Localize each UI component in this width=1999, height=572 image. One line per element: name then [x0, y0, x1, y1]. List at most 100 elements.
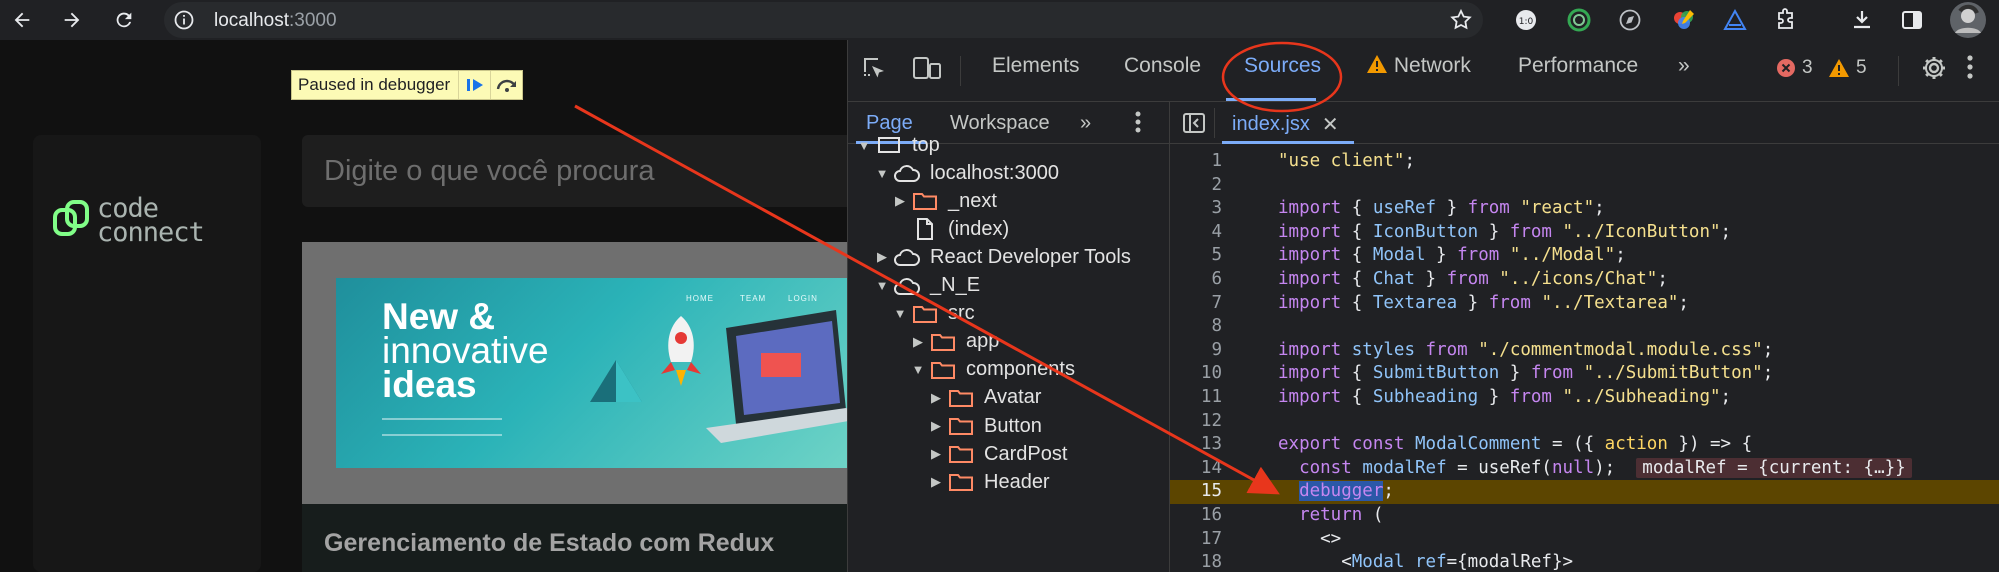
code-line[interactable]: 1 "use client"; [1170, 150, 1999, 174]
code-line[interactable]: 10 import { SubmitButton } from "../Submi… [1170, 362, 1999, 386]
profile-avatar[interactable] [1948, 0, 1988, 40]
code-area[interactable]: 1 "use client"; 2 3 import { useRef } from "… [1170, 150, 1999, 572]
side-panel-icon[interactable] [1898, 6, 1926, 34]
forward-button[interactable] [56, 4, 88, 36]
code-line[interactable]: 4 import { IconButton } from "../IconButt… [1170, 221, 1999, 245]
line-number[interactable]: 3 [1170, 197, 1222, 221]
caret-down-icon[interactable]: ▼ [874, 278, 890, 293]
extensions-puzzle-icon[interactable] [1772, 6, 1800, 34]
code-line[interactable]: 18 <Modal ref={modalRef}> [1170, 551, 1999, 572]
tab-console[interactable]: Console [1124, 54, 1201, 78]
caret-right-icon[interactable]: ▶ [928, 474, 944, 490]
line-number[interactable]: 4 [1170, 221, 1222, 245]
toggle-navigator-icon[interactable] [1182, 111, 1206, 140]
code-line[interactable]: 15 debugger; [1170, 480, 1999, 504]
line-number[interactable]: 12 [1170, 410, 1222, 434]
more-tabs-icon[interactable]: » [1678, 54, 1690, 78]
tab-performance[interactable]: Performance [1518, 54, 1638, 78]
code-line[interactable]: 16 return ( [1170, 504, 1999, 528]
line-number[interactable]: 14 [1170, 457, 1222, 481]
inspect-element-icon[interactable] [860, 54, 888, 82]
warning-counter[interactable]: 5 [1828, 57, 1867, 79]
file-tab-index-jsx[interactable]: index.jsx ✕ [1232, 112, 1339, 137]
more-options-icon[interactable] [1966, 54, 1974, 80]
device-toolbar-icon[interactable] [912, 54, 942, 82]
code-line[interactable]: 8 [1170, 315, 1999, 339]
tab-sources[interactable]: Sources [1244, 54, 1321, 78]
caret-down-icon[interactable]: ▼ [892, 306, 908, 321]
post-card[interactable]: New & innovative ideas HOME TEAM LOGIN G… [302, 242, 847, 572]
tree-item[interactable]: ▶ Button [928, 411, 1042, 441]
line-number[interactable]: 10 [1170, 362, 1222, 386]
extension-3-icon[interactable] [1616, 6, 1644, 34]
line-number[interactable]: 6 [1170, 268, 1222, 292]
code-connect-logo[interactable]: code connect [53, 195, 205, 246]
line-number[interactable]: 16 [1170, 504, 1222, 528]
tree-item[interactable]: (index) [892, 214, 1009, 244]
code-line[interactable]: 5 import { Modal } from "../Modal"; [1170, 244, 1999, 268]
code-line[interactable]: 11 import { Subheading } from "../Subhead… [1170, 386, 1999, 410]
code-line[interactable]: 7 import { Textarea } from "../Textarea"; [1170, 292, 1999, 316]
download-icon[interactable] [1848, 6, 1876, 34]
back-button[interactable] [6, 4, 38, 36]
tab-network[interactable]: Network [1366, 54, 1471, 78]
caret-down-icon[interactable]: ▼ [910, 362, 926, 377]
code-line[interactable]: 3 import { useRef } from "react"; [1170, 197, 1999, 221]
tree-item[interactable]: ▼ components [910, 355, 1075, 385]
tree-item[interactable]: ▼ localhost:3000 [874, 158, 1059, 188]
line-number[interactable]: 18 [1170, 551, 1222, 572]
line-number[interactable]: 17 [1170, 528, 1222, 552]
caret-right-icon[interactable]: ▶ [928, 418, 944, 434]
caret-right-icon[interactable]: ▶ [874, 249, 890, 265]
navigator-more-tabs-icon[interactable]: » [1080, 112, 1091, 135]
settings-gear-icon[interactable] [1920, 54, 1948, 82]
caret-right-icon[interactable]: ▶ [910, 334, 926, 350]
caret-down-icon[interactable]: ▼ [874, 166, 890, 181]
code-line[interactable]: 14 const modalRef = useRef(null); modalR… [1170, 457, 1999, 481]
caret-right-icon[interactable]: ▶ [928, 390, 944, 406]
tree-item[interactable]: ▶ app [910, 327, 999, 357]
code-line[interactable]: 12 [1170, 410, 1999, 434]
code-line[interactable]: 9 import styles from "./commentmodal.modu… [1170, 339, 1999, 363]
caret-down-icon[interactable]: ▼ [856, 138, 872, 153]
resume-button[interactable] [458, 71, 490, 99]
reload-button[interactable] [108, 4, 140, 36]
error-counter[interactable]: 3 [1776, 57, 1813, 79]
bookmark-star-icon[interactable] [1449, 8, 1473, 37]
caret-right-icon[interactable]: ▶ [928, 446, 944, 462]
tree-item[interactable]: ▼ top [856, 130, 940, 160]
close-tab-icon[interactable]: ✕ [1322, 112, 1339, 137]
post-card-title[interactable]: Gerenciamento de Estado com Redux [324, 529, 774, 558]
code-line[interactable]: 6 import { Chat } from "../icons/Chat"; [1170, 268, 1999, 292]
caret-right-icon[interactable]: ▶ [892, 193, 908, 209]
line-number[interactable]: 13 [1170, 433, 1222, 457]
tree-item[interactable]: ▶ React Developer Tools [874, 242, 1131, 272]
extension-2-icon[interactable] [1565, 6, 1593, 34]
tree-item[interactable]: ▼ src [892, 299, 975, 329]
tree-item[interactable]: ▶ CardPost [928, 439, 1067, 469]
line-number[interactable]: 15 [1170, 480, 1222, 504]
tree-item[interactable]: ▼ _N_E [874, 271, 980, 301]
line-number[interactable]: 8 [1170, 315, 1222, 339]
code-line[interactable]: 2 [1170, 174, 1999, 198]
extension-1-icon[interactable]: 1:0 [1512, 6, 1540, 34]
tree-item[interactable]: ▶ _next [892, 186, 997, 216]
line-number[interactable]: 9 [1170, 339, 1222, 363]
tree-item[interactable]: ▶ Avatar [928, 383, 1041, 413]
extension-5-icon[interactable] [1721, 6, 1749, 34]
navigator-tab-workspace[interactable]: Workspace [950, 112, 1050, 135]
address-bar[interactable]: localhost:3000 [164, 2, 1483, 38]
code-line[interactable]: 13 export const ModalComment = ({ action … [1170, 433, 1999, 457]
line-number[interactable]: 5 [1170, 244, 1222, 268]
tree-item[interactable]: ▶ Header [928, 467, 1050, 497]
code-line[interactable]: 17 <> [1170, 528, 1999, 552]
tab-elements[interactable]: Elements [992, 54, 1080, 78]
line-number[interactable]: 7 [1170, 292, 1222, 316]
navigator-menu-icon[interactable] [1134, 110, 1142, 140]
extension-4-icon[interactable] [1670, 6, 1698, 34]
line-number[interactable]: 1 [1170, 150, 1222, 174]
line-number[interactable]: 11 [1170, 386, 1222, 410]
search-input[interactable] [324, 153, 844, 189]
step-over-button[interactable] [490, 71, 522, 99]
line-number[interactable]: 2 [1170, 174, 1222, 198]
